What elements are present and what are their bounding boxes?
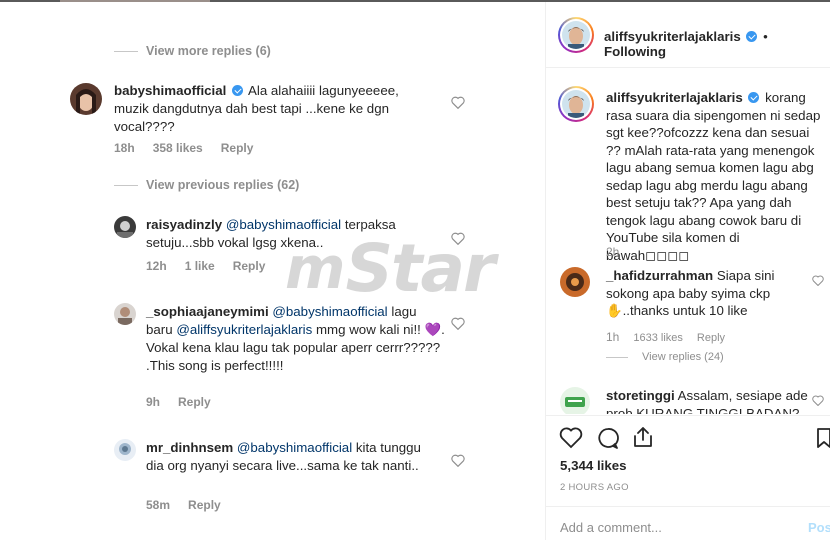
following-button[interactable]: Following [604, 44, 666, 59]
add-comment-bar: Add a comment... Post [546, 506, 830, 540]
reply-mention[interactable]: @babyshimaofficial [272, 304, 387, 319]
comment-hafidzurrahman: _hafidzurrahman Siapa sini sokong apa ba… [606, 267, 816, 320]
main-comment-likes[interactable]: 358 likes [153, 141, 203, 155]
replies-column[interactable]: View more replies (6) babyshimaofficial … [0, 2, 545, 540]
avatar-ring-inner [560, 88, 592, 120]
reply-meta: 58m Reply [146, 498, 221, 512]
reply-likes[interactable]: 1 like [185, 259, 215, 273]
reply-mention[interactable]: @babyshimaofficial [237, 440, 352, 455]
comment-reply-button[interactable]: Reply [697, 332, 725, 344]
like-button-icon[interactable] [559, 427, 583, 449]
post-caption: aliffsyukriterlajaklaris korang rasa sua… [606, 89, 826, 264]
header-username[interactable]: aliffsyukriterlajaklaris [604, 29, 741, 44]
reply-comment: mr_dinhnsem @babyshimaofficial kita tung… [146, 439, 436, 475]
main-comment-time: 18h [114, 141, 135, 155]
view-replies-label: View replies (24) [642, 351, 724, 363]
reply-mention[interactable]: @babyshimaofficial [226, 217, 341, 232]
verified-badge-icon [232, 85, 244, 96]
avatar-hafidzurrahman[interactable] [560, 267, 590, 297]
main-comment-meta: 18h 358 likes Reply [114, 141, 253, 155]
comment-meta: 1h 1633 likes Reply [606, 330, 725, 344]
reply-time: 12h [146, 259, 167, 273]
caption-author-avatar[interactable] [558, 86, 594, 122]
main-comment: babyshimaofficial Ala alahaiiii lagunyee… [114, 82, 434, 136]
avatar-babyshimaofficial[interactable] [70, 83, 102, 115]
comment-button-icon[interactable] [596, 427, 620, 449]
view-replies-toggle[interactable]: View replies (24) [606, 351, 724, 363]
caption-time: 2h [606, 245, 620, 259]
post-header: aliffsyukriterlajaklaris • Following [546, 2, 830, 68]
reply-meta: 9h Reply [146, 395, 211, 409]
reply-button[interactable]: Reply [188, 498, 221, 512]
post-actions: 5,344 likes 2 HOURS AGO [546, 415, 830, 505]
post-side-panel: aliffsyukriterlajaklaris • Following ali… [546, 2, 830, 540]
like-heart-icon[interactable] [451, 96, 465, 109]
like-heart-icon[interactable] [812, 395, 824, 406]
like-heart-icon[interactable] [451, 317, 465, 330]
avatar-storetinggi[interactable] [560, 387, 590, 414]
comments-scroll-area[interactable]: aliffsyukriterlajaklaris korang rasa sua… [546, 69, 830, 414]
reply-meta: 12h 1 like Reply [146, 259, 265, 273]
main-comment-reply-button[interactable]: Reply [221, 141, 254, 155]
reply-username[interactable]: _sophiaajaneymimi [146, 304, 269, 319]
share-button-icon[interactable] [632, 426, 654, 448]
verified-badge-icon [746, 31, 758, 42]
reply-username[interactable]: raisyadinzly [146, 217, 222, 232]
comment-text-2: ..thanks untuk 10 like [622, 303, 748, 318]
reply-comment: _sophiaajaneymimi @babyshimaofficial lag… [146, 303, 446, 375]
post-time-ago: 2 HOURS AGO [560, 482, 629, 493]
toggle-dash [606, 356, 628, 358]
view-more-replies-toggle[interactable]: View more replies (6) [114, 44, 271, 58]
reply-username[interactable]: mr_dinhnsem [146, 440, 233, 455]
like-heart-icon[interactable] [812, 275, 824, 286]
post-comment-button[interactable]: Post [808, 520, 830, 535]
avatar-raisyadinzly[interactable] [114, 216, 136, 238]
comment-username[interactable]: _hafidzurrahman [606, 268, 713, 283]
view-previous-replies-toggle[interactable]: View previous replies (62) [114, 178, 299, 192]
reply-comment: raisyadinzly @babyshimaofficial terpaksa… [146, 216, 446, 252]
reply-button[interactable]: Reply [178, 395, 211, 409]
hand-icon: ✋ [606, 303, 623, 318]
comment-likes[interactable]: 1633 likes [633, 332, 683, 344]
comment-time: 1h [606, 330, 620, 344]
comment-username[interactable]: storetinggi [606, 388, 675, 403]
avatar-face [562, 21, 590, 49]
bookmark-icon[interactable] [816, 427, 830, 449]
header-author-row: aliffsyukriterlajaklaris • Following [604, 29, 830, 59]
reply-time: 58m [146, 498, 171, 512]
like-heart-icon[interactable] [451, 232, 465, 245]
add-comment-input[interactable]: Add a comment... [560, 520, 662, 535]
caption-username[interactable]: aliffsyukriterlajaklaris [606, 90, 743, 105]
toggle-dash [114, 50, 138, 52]
main-comment-username[interactable]: babyshimaofficial [114, 83, 226, 98]
avatar-ring-inner [560, 19, 592, 51]
author-avatar[interactable] [558, 17, 594, 53]
toggle-dash [114, 184, 138, 186]
view-previous-replies-label: View previous replies (62) [146, 178, 300, 192]
caption-text: korang rasa suara dia sipengomen ni seda… [606, 90, 821, 263]
verified-badge-icon [748, 92, 760, 103]
avatar-face [562, 90, 590, 118]
reply-time: 9h [146, 395, 161, 409]
avatar-mr-dinhnsem[interactable] [114, 439, 136, 461]
reply-mention-aliff[interactable]: @aliffsyukriterlajaklaris [176, 322, 312, 337]
like-heart-icon[interactable] [451, 454, 465, 467]
reply-button[interactable]: Reply [233, 259, 266, 273]
likes-count[interactable]: 5,344 likes [560, 458, 627, 473]
header-separator: • [763, 29, 768, 44]
avatar-sophiaajaneymimi[interactable] [114, 303, 136, 325]
view-more-replies-label: View more replies (6) [146, 44, 271, 58]
comment-storetinggi: storetinggi Assalam, sesiape ade prob KU… [606, 387, 816, 414]
